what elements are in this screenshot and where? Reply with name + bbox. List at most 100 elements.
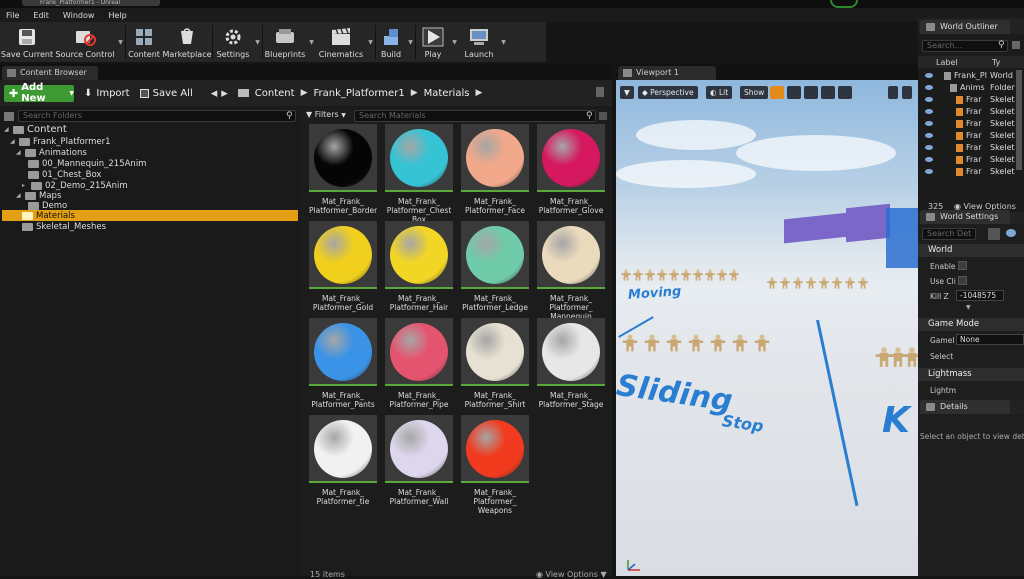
material-tile[interactable]: Mat_Frank_ Platformer_Shirt xyxy=(461,318,529,419)
tree-item-01-chest-box[interactable]: 01_Chest_Box xyxy=(28,169,101,180)
outliner-search-input[interactable]: Search... xyxy=(922,40,1008,52)
material-tile[interactable]: Mat_Frank_ Platformer_ Mannequin xyxy=(537,221,605,322)
mannequin-figure[interactable] xyxy=(622,334,638,352)
mannequin-figure[interactable] xyxy=(705,269,715,281)
eye-icon[interactable] xyxy=(1006,229,1016,237)
material-tile[interactable]: Mat_Frank_ Platformer_Pants xyxy=(309,318,377,419)
save-all-button[interactable]: Save All xyxy=(139,88,193,99)
material-tile[interactable]: Mat_Frank_ Platformer_Stage xyxy=(537,318,605,419)
source-control-dropdown[interactable]: ▼ xyxy=(116,22,125,62)
menu-file[interactable]: File xyxy=(0,11,27,20)
material-tile[interactable]: Mat_Frank_ Platformer_Pipe xyxy=(385,318,453,419)
breadcrumb-separator-icon[interactable]: ▶ xyxy=(475,88,482,98)
visibility-eye-icon[interactable] xyxy=(925,121,933,126)
breadcrumb-frank-platformer1[interactable]: Frank_Platformer1 xyxy=(313,88,404,99)
content-browser-tab[interactable]: Content Browser xyxy=(2,66,98,80)
play-dropdown[interactable]: ▼ xyxy=(450,22,459,62)
mannequin-figure[interactable] xyxy=(693,269,703,281)
perspective-button[interactable]: ◆ Perspective xyxy=(638,86,698,99)
breadcrumb-materials[interactable]: Materials xyxy=(424,88,470,99)
filters-button[interactable]: ▼ Filters ▼ xyxy=(306,110,350,122)
expand-arrow-icon[interactable]: ▸ xyxy=(22,182,28,189)
details-tab[interactable]: Details xyxy=(920,400,1010,414)
material-tile[interactable]: Mat_Frank_ Platformer_Hair xyxy=(385,221,453,322)
material-tile[interactable]: Mat_Frank_ Platformer_Gold xyxy=(309,221,377,322)
visibility-eye-icon[interactable] xyxy=(925,73,933,78)
outliner-row[interactable]: Frar Skelet xyxy=(918,118,1024,130)
cinematics-button[interactable]: Cinematics xyxy=(316,22,366,62)
view-options-button[interactable]: ◉ View Options ▼ xyxy=(536,570,607,579)
outliner-row[interactable]: Frar Skelet xyxy=(918,142,1024,154)
material-tile[interactable]: Mat_Frank_ Platformer_Wall xyxy=(385,415,453,516)
mannequin-figure[interactable] xyxy=(644,334,660,352)
property-matrix-icon[interactable] xyxy=(988,228,1000,240)
translate-tool-icon[interactable] xyxy=(770,86,784,99)
tree-item-content[interactable]: ◢ Content xyxy=(4,124,67,135)
section-game-mode[interactable]: Game Mode xyxy=(918,318,1024,331)
maximize-viewport-icon[interactable] xyxy=(888,86,898,99)
mannequin-figure[interactable] xyxy=(717,269,727,281)
expand-arrow-icon[interactable]: ◢ xyxy=(4,126,10,133)
mannequin-figure[interactable] xyxy=(767,277,777,289)
sources-toggle-icon[interactable] xyxy=(4,112,14,121)
expand-arrow-icon[interactable]: ◢ xyxy=(16,149,22,156)
column-label[interactable]: Label xyxy=(936,58,958,67)
search-folders-input[interactable]: Search Folders xyxy=(18,110,296,122)
viewport-scene[interactable]: ▼ ◆ Perspective ◐ Lit Show Moving Slidin… xyxy=(616,80,918,576)
tree-item-animations[interactable]: ◢ Animations xyxy=(16,147,87,158)
mannequin-figure[interactable] xyxy=(669,269,679,281)
show-button[interactable]: Show xyxy=(740,86,769,99)
outliner-scrollbar[interactable] xyxy=(1016,70,1022,170)
breadcrumb-separator-icon[interactable]: ▶ xyxy=(301,88,308,98)
mannequin-figure[interactable] xyxy=(732,334,748,352)
viewport-options-dropdown[interactable]: ▼ xyxy=(620,86,634,99)
search-materials-input[interactable]: Search Materials xyxy=(354,110,596,122)
material-tile[interactable]: Mat_Frank_ Platformer_Glove xyxy=(537,124,605,225)
launch-dropdown[interactable]: ▼ xyxy=(499,22,508,62)
mannequin-figure[interactable] xyxy=(645,269,655,281)
mannequin-figure[interactable] xyxy=(710,334,726,352)
world-outliner-tab[interactable]: World Outliner xyxy=(920,20,1010,34)
window-title-tab[interactable]: Frank_Platformer1 - Unreal xyxy=(22,0,160,6)
material-tile[interactable]: Mat_Frank_ Platformer_Chest Box xyxy=(385,124,453,225)
forward-arrow-icon[interactable]: ▸ xyxy=(221,86,228,101)
lock-icon[interactable] xyxy=(596,87,604,97)
visibility-eye-icon[interactable] xyxy=(925,133,933,138)
restore-viewport-icon[interactable] xyxy=(902,86,912,99)
column-type[interactable]: Ty xyxy=(992,58,1000,67)
expand-arrow-icon[interactable]: ◢ xyxy=(10,138,16,145)
mannequin-figure[interactable] xyxy=(666,334,682,352)
tree-item-skeletal-meshes[interactable]: Skeletal_Meshes xyxy=(22,221,106,232)
visibility-eye-icon[interactable] xyxy=(925,169,933,174)
visibility-eye-icon[interactable] xyxy=(925,145,933,150)
settings-button[interactable]: Settings xyxy=(213,22,253,62)
play-button[interactable]: Play xyxy=(416,22,450,62)
mannequin-figure[interactable] xyxy=(754,334,770,352)
tree-item-00-mannequin[interactable]: 00_Mannequin_215Anim xyxy=(28,158,146,169)
mannequin-figure[interactable] xyxy=(780,277,790,289)
source-control-button[interactable]: Source Control xyxy=(54,22,116,62)
blueprints-button[interactable]: Blueprints xyxy=(263,22,307,62)
outliner-settings-icon[interactable] xyxy=(1012,41,1020,49)
material-tile[interactable]: Mat_Frank_ Platformer_Border xyxy=(309,124,377,225)
content-button[interactable]: Content xyxy=(126,22,162,62)
material-tile[interactable]: Mat_Frank_ Platformer_ Weapons xyxy=(461,415,529,516)
import-button[interactable]: ⬇ Import xyxy=(84,88,130,99)
outliner-row[interactable]: Frank_Pl World xyxy=(918,70,1024,82)
visibility-eye-icon[interactable] xyxy=(925,85,933,90)
scale-tool-icon[interactable] xyxy=(804,86,818,99)
world-local-icon[interactable] xyxy=(821,86,835,99)
visibility-eye-icon[interactable] xyxy=(925,157,933,162)
tree-item-materials[interactable]: Materials xyxy=(22,210,75,221)
mannequin-figure[interactable] xyxy=(858,277,868,289)
mannequin-figure[interactable] xyxy=(729,269,739,281)
outliner-row[interactable]: Frar Skelet xyxy=(918,130,1024,142)
build-dropdown[interactable]: ▼ xyxy=(406,22,415,62)
kill-z-field[interactable]: -1048575 xyxy=(956,290,1004,301)
section-world[interactable]: World xyxy=(918,244,1024,257)
visibility-eye-icon[interactable] xyxy=(925,97,933,102)
outliner-row[interactable]: Frar Skelet xyxy=(918,106,1024,118)
use-cl-checkbox[interactable] xyxy=(958,276,967,285)
mannequin-figure[interactable] xyxy=(793,277,803,289)
add-new-button[interactable]: ✚ Add New ▼ xyxy=(4,82,74,104)
